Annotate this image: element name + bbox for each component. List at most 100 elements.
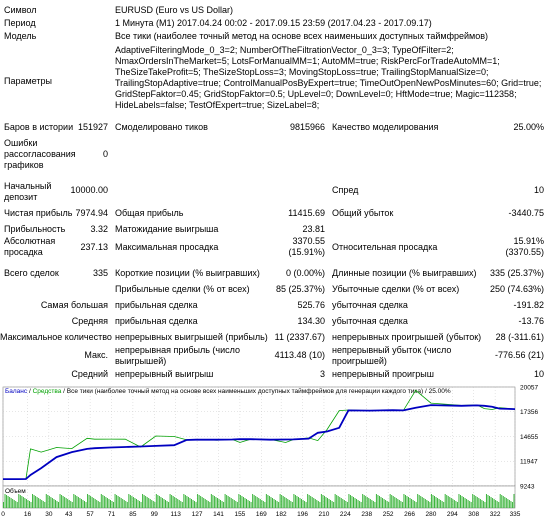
- volume-bar: [388, 502, 390, 508]
- volume-bar: [253, 495, 255, 508]
- volume-bar: [443, 502, 445, 508]
- volume-bar: [12, 499, 14, 508]
- x-tick-label: 252: [383, 511, 394, 518]
- volume-bar: [67, 499, 69, 508]
- volume-bar: [232, 499, 234, 508]
- volume-bar: [74, 495, 76, 508]
- volume-bar: [123, 500, 125, 508]
- volume-bar: [249, 501, 251, 508]
- volume-bar: [54, 500, 56, 508]
- volume-bar: [13, 500, 15, 508]
- volume-bar: [213, 496, 215, 508]
- volume-bar: [229, 497, 231, 508]
- volume-bar: [305, 502, 307, 508]
- chart-legend: Баланс / Средства / Все тики (наиболее т…: [5, 387, 451, 395]
- volume-bar: [90, 496, 92, 508]
- model-value: Все тики (наиболее точный метод на основ…: [115, 31, 488, 41]
- volume-bar: [377, 495, 379, 508]
- legend-balance: Баланс: [5, 388, 28, 395]
- volume-bar: [281, 495, 283, 508]
- volume-bar: [71, 502, 73, 508]
- volume-bar: [160, 497, 162, 508]
- volume-bar: [371, 500, 373, 508]
- volume-bar: [475, 496, 477, 508]
- volume-bar: [41, 500, 43, 508]
- volume-bar: [319, 502, 321, 508]
- volume-bar: [279, 494, 281, 508]
- x-tick-label: 99: [151, 511, 159, 518]
- volume-bar: [424, 499, 426, 508]
- volume-bar: [183, 494, 185, 508]
- symbol-value: EURUSD (Euro vs US Dollar): [115, 5, 234, 15]
- max-dd-percent: (15.91%): [288, 247, 325, 257]
- volume-bar: [145, 496, 147, 508]
- volume-bar: [6, 495, 8, 508]
- avg-loss-value: -13.76: [518, 316, 544, 326]
- volume-bar: [340, 498, 342, 508]
- volume-bar: [418, 495, 420, 508]
- x-tick-label: 169: [256, 511, 267, 518]
- volume-bar: [149, 499, 151, 508]
- volume-bar: [333, 502, 335, 508]
- volume-bar: [80, 499, 82, 508]
- volume-bar: [265, 494, 267, 508]
- volume-bar: [99, 502, 101, 508]
- volume-bar: [195, 502, 197, 508]
- volume-bar: [233, 500, 235, 508]
- volume-bar: [128, 494, 130, 508]
- volume-bar: [261, 500, 263, 508]
- volume-bar: [268, 496, 270, 508]
- max-count-label: Максимальное количество: [0, 332, 112, 342]
- volume-bar: [192, 500, 194, 508]
- volume-bar: [466, 499, 468, 508]
- volume-bar: [453, 500, 455, 508]
- volume-bar: [366, 497, 368, 508]
- volume-bar: [139, 501, 141, 508]
- x-tick-label: 322: [490, 511, 501, 518]
- volume-bar: [146, 497, 148, 508]
- volume-bar: [151, 500, 153, 508]
- volume-bar: [38, 498, 40, 508]
- volume-bar: [140, 502, 142, 508]
- volume-bar: [437, 498, 439, 508]
- volume-bar: [505, 498, 507, 508]
- largest-loss-value: -191.82: [513, 300, 544, 310]
- volume-bar: [359, 501, 361, 508]
- x-tick-label: 127: [192, 511, 203, 518]
- abs-dd-value: 237.13: [80, 242, 108, 252]
- volume-bar: [301, 499, 303, 508]
- deposit-label: Начальный депозит: [4, 181, 52, 202]
- volume-bar: [472, 494, 474, 508]
- volume-bar: [10, 498, 12, 508]
- volume-bar: [102, 495, 104, 508]
- volume-bar: [331, 501, 333, 508]
- volume-bar: [334, 494, 336, 508]
- volume-bar: [264, 502, 266, 508]
- volume-bar: [244, 498, 246, 508]
- volume-bar: [426, 500, 428, 508]
- volume-bar: [218, 499, 220, 508]
- volume-bar: [108, 499, 110, 508]
- volume-bar: [352, 497, 354, 508]
- volume-bar: [189, 498, 191, 508]
- period-value: 1 Минута (M1) 2017.04.24 00:02 - 2017.09…: [115, 18, 432, 28]
- volume-bar: [320, 494, 322, 508]
- x-tick-label: 43: [65, 511, 73, 518]
- volume-bar: [508, 500, 510, 508]
- volume-bar: [158, 496, 160, 508]
- volume-bar: [356, 499, 358, 508]
- volume-bar: [169, 494, 171, 508]
- volume-bar: [415, 502, 417, 508]
- spread-label: Спред: [332, 185, 359, 195]
- volume-bar: [440, 500, 442, 508]
- volume-bar: [210, 494, 212, 508]
- volume-bar: [215, 497, 217, 508]
- x-tick-label: 30: [45, 511, 53, 518]
- x-tick-label: 182: [276, 511, 287, 518]
- volume-bar: [511, 502, 513, 508]
- volume-bar: [163, 499, 165, 508]
- short-label: Короткие позиции (% выигравших): [115, 268, 260, 278]
- volume-bar: [33, 495, 35, 508]
- volume-bar: [131, 496, 133, 508]
- volume-bar: [378, 496, 380, 508]
